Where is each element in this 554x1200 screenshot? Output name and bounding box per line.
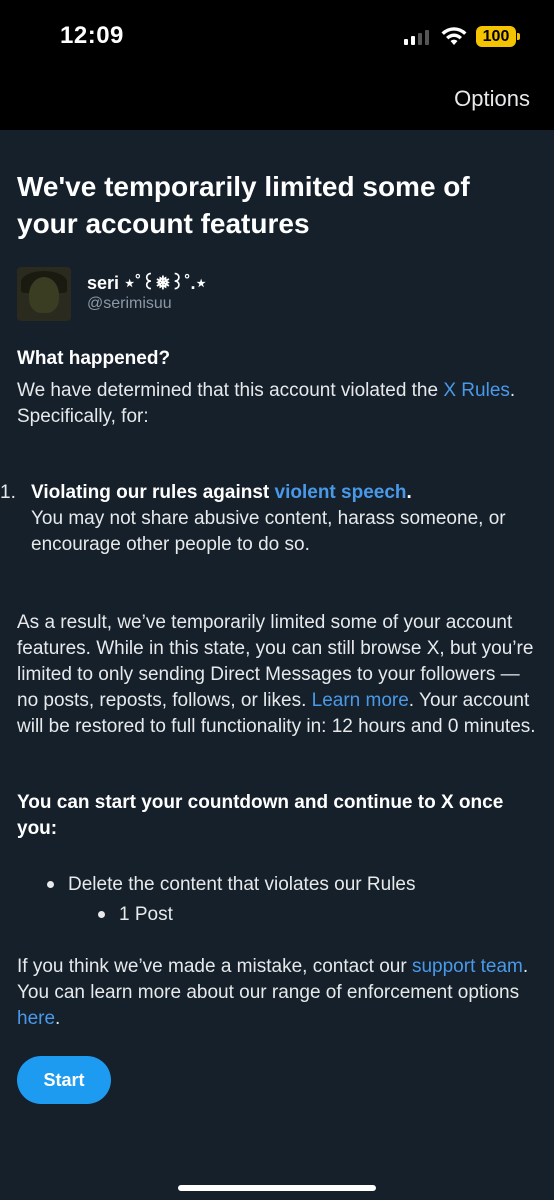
result-paragraph: As a result, we’ve temporarily limited s…	[17, 610, 537, 740]
clock: 12:09	[60, 22, 124, 49]
violation-description: You may not share abusive content, haras…	[31, 508, 506, 555]
requirement-item: Delete the content that violates our Rul…	[68, 874, 416, 895]
navigation-bar: Options	[0, 70, 554, 130]
learn-more-link[interactable]: Learn more	[312, 690, 409, 711]
start-button[interactable]: Start	[17, 1056, 111, 1104]
violation-item: Violating our rules against violent spee…	[31, 480, 537, 558]
sub-requirement-item: 1 Post	[119, 904, 173, 925]
bullet-dot	[47, 881, 54, 888]
determination-text: We have determined that this account vio…	[17, 380, 444, 401]
battery-icon: 100	[476, 26, 520, 47]
x-rules-link[interactable]: X Rules	[443, 380, 510, 401]
status-bar: 12:09 100	[0, 0, 554, 70]
violent-speech-link[interactable]: violent speech	[275, 482, 407, 503]
home-indicator[interactable]	[178, 1185, 376, 1191]
mistake-text: If you think we’ve made a mistake, conta…	[17, 956, 412, 977]
user-handle: @serimisuu	[87, 295, 172, 312]
cellular-signal-icon	[404, 29, 429, 45]
sub-bullet-dot	[98, 911, 105, 918]
violation-number: 1.	[0, 482, 16, 503]
support-team-link[interactable]: support team	[412, 956, 523, 977]
here-link[interactable]: here	[17, 1008, 55, 1029]
countdown-heading: You can start your countdown and continu…	[17, 792, 504, 839]
user-display-name: seri ⋆˚꒰❅꒱˚.⋆	[87, 273, 207, 293]
avatar	[17, 267, 71, 321]
options-button[interactable]: Options	[454, 86, 530, 112]
period-text: .	[55, 1008, 61, 1029]
mistake-paragraph: If you think we’ve made a mistake, conta…	[17, 954, 537, 1032]
violation-title-suffix: .	[406, 482, 412, 503]
determination-paragraph: We have determined that this account vio…	[17, 378, 537, 430]
page-title: We've temporarily limited some of your a…	[17, 171, 470, 239]
wifi-icon	[441, 27, 467, 45]
what-happened-heading: What happened?	[17, 348, 171, 369]
violation-title: Violating our rules against	[31, 482, 275, 503]
